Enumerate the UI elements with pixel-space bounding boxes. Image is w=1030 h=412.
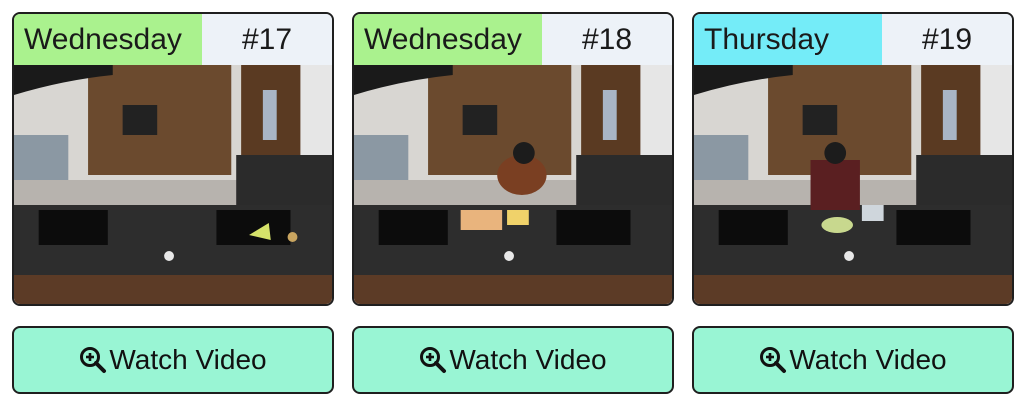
card-header: Wednesday #17 [14,14,332,65]
card-header: Thursday #19 [694,14,1012,65]
watch-video-button[interactable]: Watch Video [692,326,1014,394]
zoom-in-icon [80,347,107,373]
video-card: Wednesday #17 [12,12,334,306]
day-label: Wednesday [14,14,202,65]
video-card: Thursday #19 [692,12,1014,306]
button-label: Watch Video [449,344,607,375]
kitchen-thumbnail[interactable] [14,65,332,306]
episode-number: #17 [202,14,332,65]
kitchen-thumbnail[interactable] [354,65,672,306]
episode-number: #18 [542,14,672,65]
video-card: Wednesday #18 [352,12,674,306]
episode-number: #19 [882,14,1012,65]
zoom-in-icon [760,347,787,373]
card-header: Wednesday #18 [354,14,672,65]
day-label: Thursday [694,14,882,65]
watch-video-button[interactable]: Watch Video [352,326,674,394]
button-label: Watch Video [789,344,947,375]
button-label: Watch Video [109,344,267,375]
watch-video-button[interactable]: Watch Video [12,326,334,394]
zoom-in-icon [420,347,447,373]
kitchen-thumbnail[interactable] [694,65,1012,306]
day-label: Wednesday [354,14,542,65]
